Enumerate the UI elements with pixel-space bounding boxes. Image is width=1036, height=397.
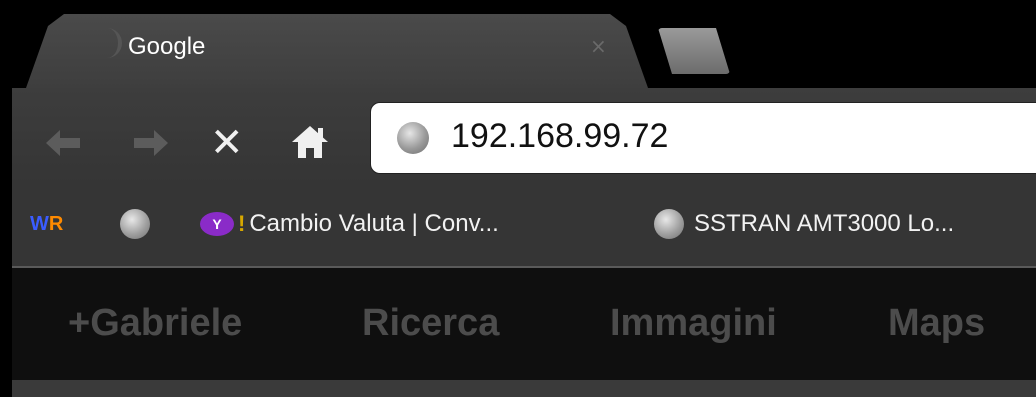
globe-icon: [654, 209, 684, 239]
bookmark-wr[interactable]: WR: [30, 204, 64, 244]
browser-window: Google × ✕ 192.168.99.72 WR Y ! Cambio V…: [0, 0, 1036, 397]
loading-spinner-icon: [92, 28, 122, 58]
new-tab-button[interactable]: [658, 28, 730, 74]
toolbar: ✕ 192.168.99.72: [12, 88, 1036, 184]
bookmark-label: Cambio Valuta | Conv...: [249, 210, 499, 237]
address-text[interactable]: 192.168.99.72: [451, 117, 668, 156]
globe-icon: [397, 122, 429, 154]
forward-arrow-icon[interactable]: [130, 124, 172, 168]
google-nav-profile[interactable]: +Gabriele: [68, 302, 242, 345]
bookmark-sstran[interactable]: SSTRAN AMT3000 Lo...: [654, 204, 954, 244]
page-content-edge: [12, 380, 1036, 397]
google-nav-bar: +Gabriele Ricerca Immagini Maps: [12, 268, 1036, 380]
bookmark-globe[interactable]: [120, 204, 150, 244]
tab-strip: Google ×: [12, 0, 1036, 88]
address-bar[interactable]: 192.168.99.72: [370, 102, 1036, 174]
bookmark-cambio-valuta[interactable]: Y ! Cambio Valuta | Conv...: [200, 204, 499, 244]
yahoo-exclaim-icon: !: [238, 211, 246, 236]
back-arrow-icon[interactable]: [42, 124, 84, 168]
stop-icon[interactable]: ✕: [210, 123, 244, 163]
yahoo-icon: Y: [200, 212, 234, 236]
wr-icon: WR: [30, 212, 64, 235]
bookmark-label: SSTRAN AMT3000 Lo...: [694, 210, 955, 237]
globe-icon: [120, 209, 150, 239]
tab-title: Google: [128, 33, 206, 60]
google-nav-search[interactable]: Ricerca: [362, 302, 499, 345]
window-edge: [0, 0, 12, 397]
google-nav-images[interactable]: Immagini: [610, 302, 777, 345]
bookmarks-bar: WR Y ! Cambio Valuta | Conv... SSTRAN AM…: [12, 184, 1036, 268]
tab-close-icon[interactable]: ×: [590, 34, 607, 58]
home-icon[interactable]: [290, 122, 330, 168]
google-nav-maps[interactable]: Maps: [888, 302, 985, 345]
